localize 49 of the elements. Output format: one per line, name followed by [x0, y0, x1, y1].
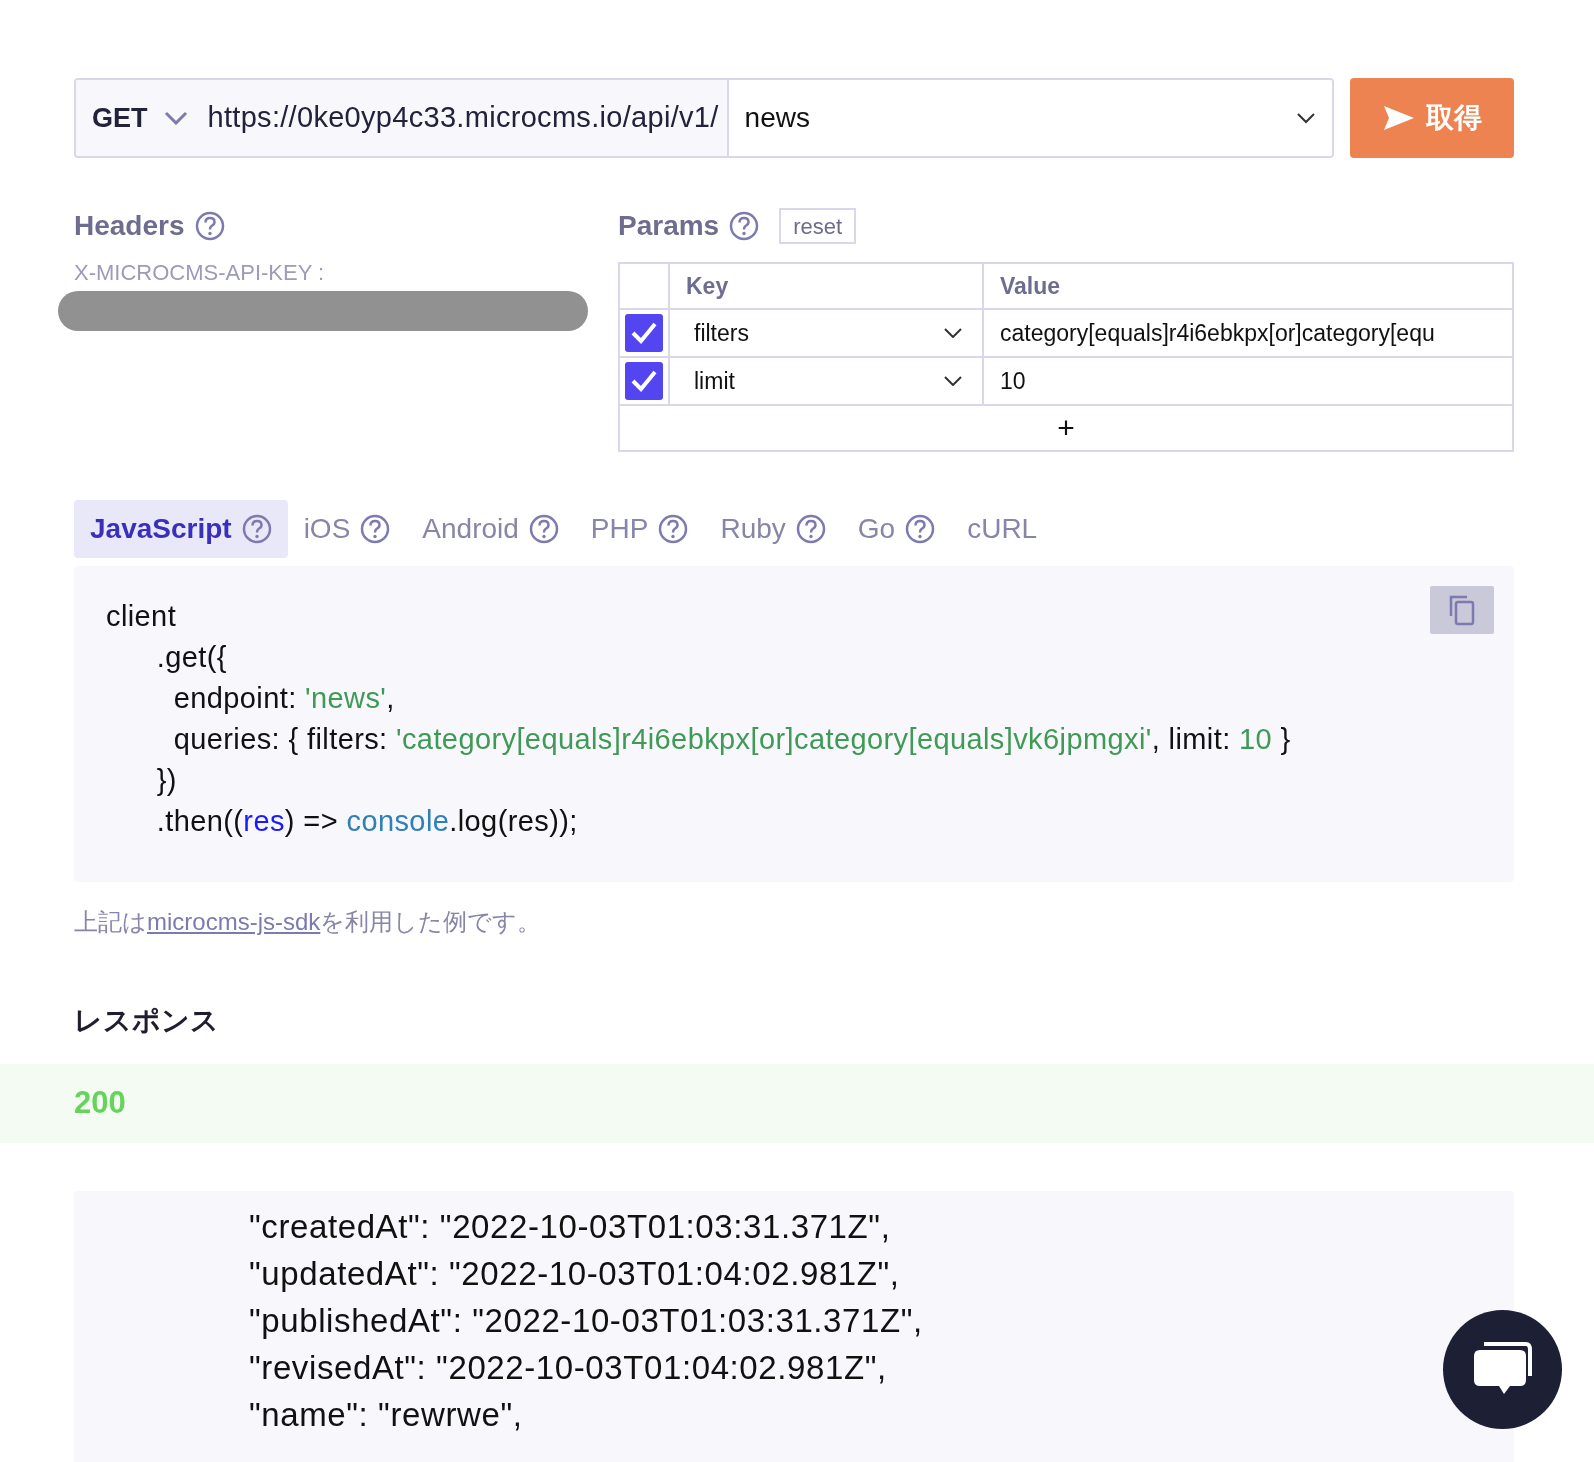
send-icon	[1382, 104, 1416, 132]
help-icon[interactable]	[729, 211, 760, 241]
help-icon[interactable]	[658, 514, 689, 544]
send-button[interactable]: 取得	[1350, 78, 1514, 158]
checkbox[interactable]	[625, 314, 663, 352]
help-icon[interactable]	[795, 514, 826, 544]
code-line: endpoint: 'news',	[172, 681, 395, 716]
column-header: Key	[686, 271, 729, 301]
language-tab[interactable]: Go	[841, 500, 952, 558]
language-tab[interactable]: cURL	[951, 500, 1054, 558]
json-line: "updatedAt": "2022-10-03T01:04:02.981Z",	[249, 1254, 900, 1294]
response-title: レスポンス	[74, 1004, 220, 1038]
sdk-link[interactable]: microcms-js-sdk	[147, 908, 321, 935]
json-line: "name": "rewrwe",	[249, 1395, 523, 1435]
add-row-button[interactable]: +	[1057, 413, 1075, 443]
help-icon[interactable]	[360, 514, 391, 544]
headers-title: Headers	[74, 209, 185, 243]
json-line: "publishedAt": "2022-10-03T01:03:31.371Z",	[249, 1301, 923, 1341]
language-tab[interactable]: PHP	[574, 500, 705, 558]
checkbox[interactable]	[625, 362, 663, 400]
help-icon[interactable]	[528, 514, 559, 544]
sdk-note: 上記はmicrocms-js-sdkを利用した例です。	[74, 907, 543, 937]
code-line: })	[155, 763, 177, 798]
column-header: Value	[1000, 271, 1061, 301]
help-icon[interactable]	[194, 211, 225, 241]
copy-icon	[1447, 594, 1477, 626]
api-key-label: X-MICROCMS-API-KEY :	[74, 259, 326, 287]
language-tab[interactable]: JavaScript	[74, 500, 288, 558]
code-line: client	[106, 599, 177, 634]
value-field[interactable]: 10	[1000, 363, 1026, 399]
status-code: 200	[74, 1084, 126, 1123]
help-icon[interactable]	[905, 514, 936, 544]
key-select[interactable]: limit	[670, 358, 984, 404]
key-select[interactable]: filters	[670, 310, 984, 356]
language-tab[interactable]: Android	[406, 500, 575, 558]
chevron-down-icon	[944, 376, 962, 386]
help-icon[interactable]	[241, 514, 272, 544]
code-line: .get({	[155, 640, 227, 675]
code-line: queries: { filters: 'category[equals]r4i6ebkpx[or]category[equals]vk6jpmgxi', limit: 10 }	[172, 722, 1291, 757]
value-field[interactable]: category[equals]r4i6ebkpx[or]category[equ	[1000, 315, 1435, 351]
params-title: Params	[618, 209, 720, 243]
chevron-down-icon	[944, 328, 962, 338]
json-line: "revisedAt": "2022-10-03T01:04:02.981Z",	[249, 1348, 887, 1388]
language-tab[interactable]: Ruby	[704, 500, 842, 558]
language-tab[interactable]: iOS	[287, 500, 407, 558]
code-line: .then((res) => console.log(res));	[155, 804, 578, 839]
copy-button[interactable]	[1430, 586, 1494, 634]
json-line: "createdAt": "2022-10-03T01:03:31.371Z",	[249, 1207, 891, 1247]
reset-button[interactable]: reset	[779, 208, 857, 244]
